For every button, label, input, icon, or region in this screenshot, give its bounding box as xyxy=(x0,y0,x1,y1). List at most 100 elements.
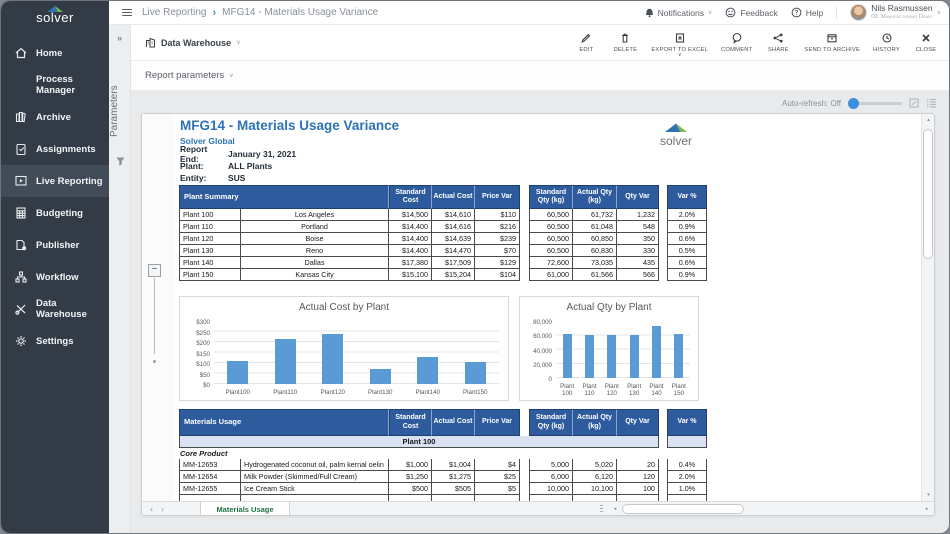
user-menu[interactable]: Nils Rasmussen 09. Manufacturing Demo ∨ xyxy=(850,4,941,21)
refresh-settings-icon[interactable] xyxy=(909,98,919,108)
action-label: COMMENT xyxy=(721,47,752,53)
scroll-left-icon[interactable]: ◂ xyxy=(610,502,620,515)
send-to-archive-button[interactable]: SEND TO ARCHIVE xyxy=(804,32,860,53)
x-axis-labels: Plant100Plant110Plant120Plant130Plant140… xyxy=(214,389,499,396)
meta-label: Entity: xyxy=(180,173,228,183)
cell-standard-cost: $500 xyxy=(389,483,432,495)
chart-title: Actual Qty by Plant xyxy=(520,302,698,313)
sidebar-item-publisher[interactable]: Publisher xyxy=(1,229,109,261)
cell-actual-qty: 5,020 xyxy=(573,459,617,471)
solver-logo-text: solver xyxy=(36,13,74,23)
sidebar-item-home[interactable]: Home xyxy=(1,37,109,69)
horizontal-scrollbar[interactable]: ◂ ▸ xyxy=(610,502,932,515)
bar-slot xyxy=(262,321,310,384)
share-button[interactable]: SHARE xyxy=(765,32,791,53)
expand-chevron-icon[interactable]: » xyxy=(109,33,130,43)
action-label: HISTORY xyxy=(873,47,900,53)
report-toolbar: Data Warehouse ∨ EDIT DELETE EXPORT TO E… xyxy=(131,25,949,61)
chevron-down-icon: ∨ xyxy=(708,9,712,16)
table-row: Plant 150 Kansas City $15,100 $15,204 $1… xyxy=(179,269,707,281)
cell-actual-cost: $17,509 xyxy=(432,257,475,269)
refresh-log-icon[interactable] xyxy=(926,98,937,108)
cell-price-var: $104 xyxy=(475,269,520,281)
chevron-down-icon: ∨ xyxy=(229,72,233,79)
home-icon xyxy=(13,46,29,60)
data-source-label: Data Warehouse xyxy=(161,38,231,48)
sidebar-item-budgeting[interactable]: Budgeting xyxy=(1,197,109,229)
y-tick-label: $150 xyxy=(196,352,210,358)
next-sheet-icon[interactable]: › xyxy=(161,504,164,514)
sidebar-item-process-manager[interactable]: Process Manager xyxy=(1,69,109,101)
chevron-down-icon: ∨ xyxy=(937,9,941,16)
tab-splitter-handle[interactable] xyxy=(600,505,603,514)
export-to-excel-button[interactable]: EXPORT TO EXCEL ∨ xyxy=(651,32,708,57)
delete-button[interactable]: DELETE xyxy=(612,32,638,53)
horizontal-scroll-thumb[interactable] xyxy=(622,504,744,514)
parameters-panel-label: Parameters xyxy=(109,71,131,151)
help-label: Help xyxy=(806,8,823,18)
cell-actual-qty: 61,732 xyxy=(573,209,617,221)
column-header: Price Var xyxy=(475,409,520,436)
report-parameters-toggle[interactable]: Report parameters ∨ xyxy=(145,70,234,81)
cell-actual-cost: $14,610 xyxy=(432,209,475,221)
breadcrumb-section[interactable]: Live Reporting xyxy=(142,7,206,18)
cell-city: Portland xyxy=(241,221,389,233)
notifications-button[interactable]: Notifications ∨ xyxy=(645,7,713,18)
sidebar-item-live-reporting[interactable]: Live Reporting xyxy=(1,165,109,197)
cell-standard-cost: $15,100 xyxy=(389,269,432,281)
prev-sheet-icon[interactable]: ‹ xyxy=(150,504,153,514)
toolbar-actions: EDIT DELETE EXPORT TO EXCEL ∨ COMMENT SH… xyxy=(573,29,949,57)
scroll-up-icon[interactable]: ▴ xyxy=(922,114,935,126)
filter-funnel-icon xyxy=(116,157,125,166)
cell-standard-cost: $14,400 xyxy=(389,221,432,233)
spacer xyxy=(659,209,667,221)
section-header: Core Product xyxy=(179,448,707,459)
topbar-right: Notifications ∨ Feedback ? Help Nils Ras… xyxy=(645,4,949,21)
cell-standard-qty: 60,500 xyxy=(529,221,573,233)
cell-standard-cost: $17,380 xyxy=(389,257,432,269)
sidebar-item-settings[interactable]: Settings xyxy=(1,325,109,357)
spacer xyxy=(520,245,529,257)
materials-usage-header: Materials Usage Standard Cost Actual Cos… xyxy=(179,409,707,436)
action-label: SEND TO ARCHIVE xyxy=(804,47,860,53)
sidebar-item-workflow[interactable]: Workflow xyxy=(1,261,109,293)
spacer xyxy=(659,409,667,436)
y-tick-label: $250 xyxy=(196,331,210,337)
feedback-button[interactable]: Feedback xyxy=(725,7,777,18)
chart-title: Actual Cost by Plant xyxy=(180,302,508,313)
bar-slot xyxy=(214,321,262,384)
x-tick-label: Plant100 xyxy=(214,389,262,396)
action-label: DELETE xyxy=(613,47,637,53)
edit-button[interactable]: EDIT xyxy=(573,32,599,53)
vertical-scroll-thumb[interactable] xyxy=(923,129,933,259)
column-header: Actual Qty (kg) xyxy=(573,409,617,436)
close-button[interactable]: CLOSE xyxy=(913,32,939,53)
sheet-tab-materials-usage[interactable]: Materials Usage xyxy=(200,502,290,516)
spacer xyxy=(520,185,529,209)
parameters-panel-collapsed[interactable]: » Parameters xyxy=(109,25,131,533)
content-area: Auto-refresh: Off − MFG14 - Materials Us… xyxy=(131,91,949,533)
sidebar-item-archive[interactable]: Archive xyxy=(1,101,109,133)
outline-bracket xyxy=(154,278,155,354)
slider-knob[interactable] xyxy=(848,98,859,109)
data-source-selector[interactable]: Data Warehouse ∨ xyxy=(145,37,241,48)
bar xyxy=(322,334,343,384)
collapse-group-button[interactable]: − xyxy=(148,264,161,277)
history-button[interactable]: HISTORY xyxy=(873,32,900,53)
hamburger-menu-icon[interactable] xyxy=(122,9,132,17)
scroll-right-icon[interactable]: ▸ xyxy=(922,502,932,515)
bar-slot xyxy=(452,321,500,384)
scroll-down-icon[interactable]: ▾ xyxy=(922,489,935,501)
column-header: Actual Cost xyxy=(432,409,475,436)
report-parameters-row: Report parameters ∨ xyxy=(131,61,949,91)
vertical-scrollbar[interactable]: ▴ ▾ xyxy=(921,114,934,501)
comment-button[interactable]: COMMENT xyxy=(721,32,752,53)
sidebar-item-data-warehouse[interactable]: Data Warehouse xyxy=(1,293,109,325)
cell-standard-qty: 5,000 xyxy=(529,459,573,471)
sidebar-item-assignments[interactable]: Assignments xyxy=(1,133,109,165)
help-button[interactable]: ? Help xyxy=(791,7,823,18)
cell-price-var: $129 xyxy=(475,257,520,269)
auto-refresh-slider[interactable] xyxy=(848,102,902,105)
outline-margin: − xyxy=(142,114,173,501)
bar xyxy=(674,334,683,378)
